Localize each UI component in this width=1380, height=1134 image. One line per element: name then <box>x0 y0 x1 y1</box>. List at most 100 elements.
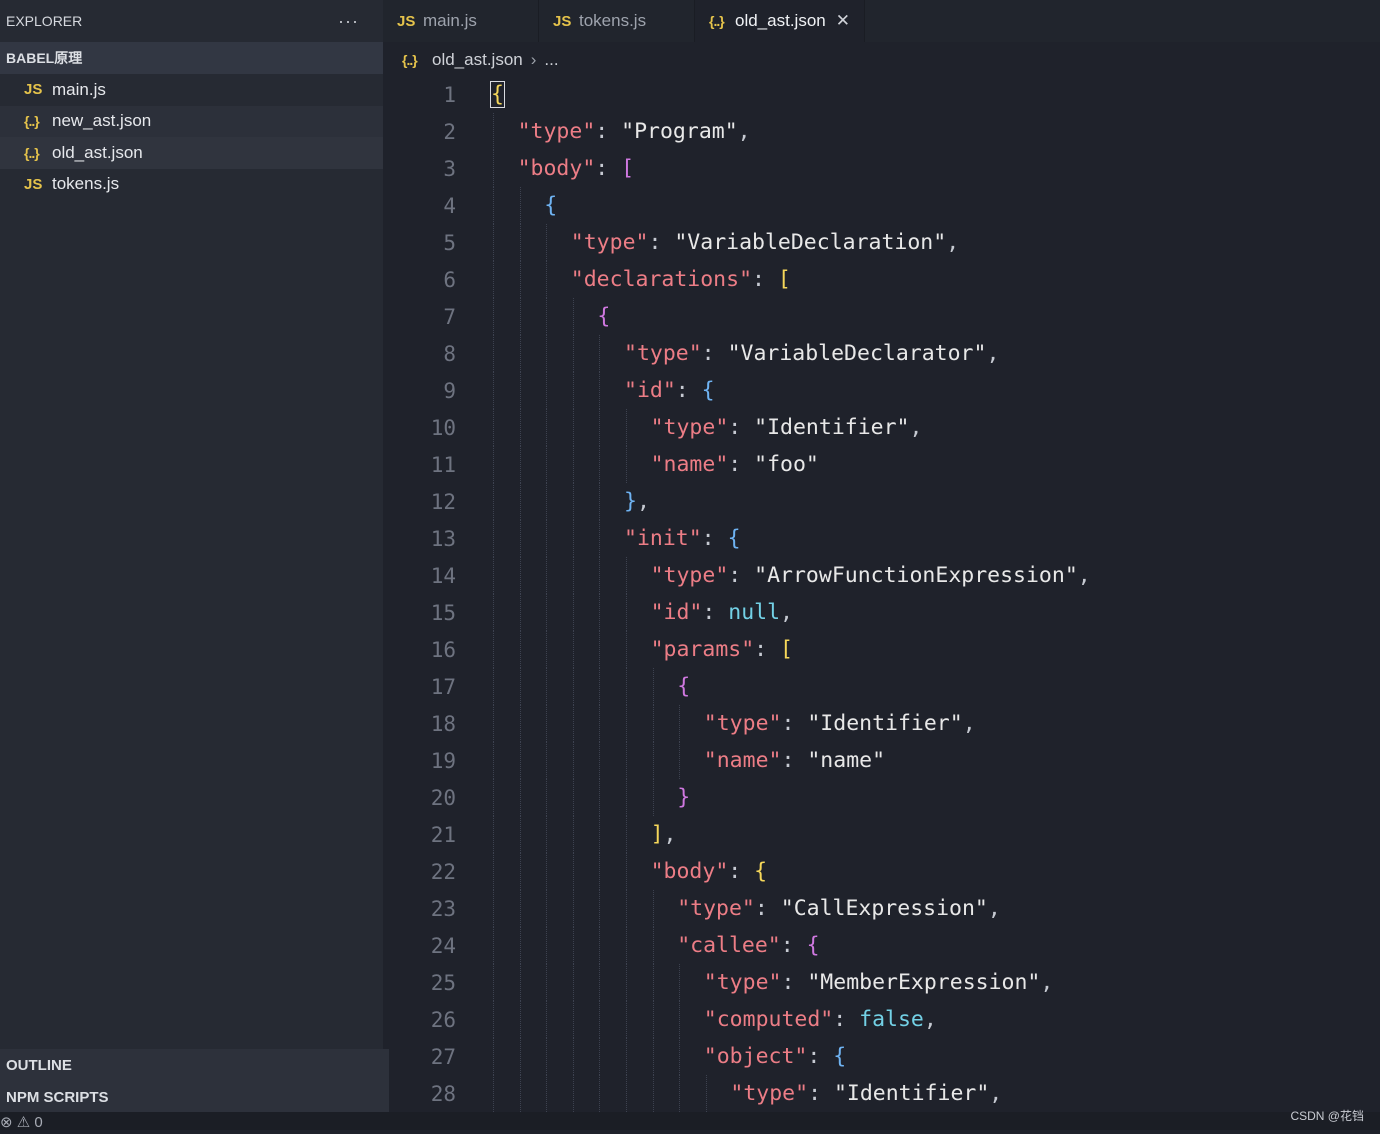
code-line[interactable]: 22 "body": { <box>383 853 1380 890</box>
code-token: "object" <box>703 1044 808 1069</box>
line-number: 3 <box>443 156 456 181</box>
code-line[interactable]: 7{ <box>383 298 1380 335</box>
code-token: : <box>754 896 781 921</box>
code-line[interactable]: 3 "body": [ <box>383 150 1380 187</box>
indent-guide <box>546 964 548 1001</box>
code-text: "name": "foo" <box>651 452 819 477</box>
code-line[interactable]: 25 "type": "MemberExpression", <box>383 964 1380 1001</box>
code-token: [ <box>777 267 791 292</box>
tab-old-ast-json[interactable]: {..} old_ast.json ✕ <box>695 0 865 42</box>
code-text: "object": { <box>704 1044 846 1069</box>
indent-guide <box>546 409 548 446</box>
more-actions-icon[interactable]: ··· <box>338 11 359 32</box>
code-line[interactable]: 11 "name": "foo" <box>383 446 1380 483</box>
code-token: "VariableDeclarator" <box>727 341 987 366</box>
indent-guide <box>626 557 627 594</box>
code-line[interactable]: 2 "type": "Program", <box>383 113 1380 150</box>
close-icon[interactable]: ✕ <box>836 11 850 31</box>
code-token: , <box>923 1007 937 1032</box>
code-line[interactable]: 9 "id": { <box>383 372 1380 409</box>
indent-guide <box>599 1075 601 1112</box>
line-number: 7 <box>443 304 456 329</box>
tab-label: old_ast.json <box>735 11 826 30</box>
indent-guide <box>599 853 601 890</box>
code-line[interactable]: 5 "type": "VariableDeclaration", <box>383 224 1380 261</box>
code-token: : <box>702 600 729 625</box>
indent-guide <box>546 705 548 742</box>
line-number: 10 <box>430 415 456 440</box>
code-token: "type" <box>730 1081 809 1106</box>
code-line[interactable]: 13 "init": { <box>383 520 1380 557</box>
line-number: 1 <box>443 82 456 107</box>
indent-guide <box>546 483 548 520</box>
indent-guide <box>599 557 601 594</box>
code-line[interactable]: 6 "declarations": [ <box>383 261 1380 298</box>
code-line[interactable]: 19 "name": "name" <box>383 742 1380 779</box>
indent-guide <box>626 964 627 1001</box>
code-text: "params": [ <box>651 637 793 662</box>
code-token: "name" <box>807 748 886 773</box>
code-token: : <box>728 859 755 884</box>
code-line[interactable]: 28 "type": "Identifier", <box>383 1075 1380 1112</box>
code-line[interactable]: 10 "type": "Identifier", <box>383 409 1380 446</box>
file-item-old-ast-json[interactable]: {..} old_ast.json <box>0 137 383 169</box>
file-item-new-ast-json[interactable]: {..} new_ast.json <box>0 105 383 137</box>
line-number: 9 <box>443 378 456 403</box>
indent-guide <box>572 446 574 483</box>
indent-guide <box>679 964 681 1001</box>
indent-guide <box>572 705 574 742</box>
file-item-tokens-js[interactable]: JS tokens.js <box>0 169 383 201</box>
code-line[interactable]: 23 "type": "CallExpression", <box>383 890 1380 927</box>
code-text: "id": null, <box>651 600 793 625</box>
indent-guide <box>572 779 574 816</box>
indent-guide <box>493 742 494 779</box>
code-line[interactable]: 21], <box>383 816 1380 853</box>
indent-guide <box>493 261 494 298</box>
indent-guide <box>626 742 627 779</box>
indent-guide <box>493 298 494 335</box>
breadcrumb-file[interactable]: old_ast.json <box>432 50 523 70</box>
indent-guide <box>519 224 521 261</box>
code-line[interactable]: 16 "params": [ <box>383 631 1380 668</box>
indent-guide <box>519 742 521 779</box>
code-editor[interactable]: 1{2 "type": "Program", 3 "body": [4{5 "type"… <box>383 76 1380 1112</box>
indent-guide <box>519 1075 521 1112</box>
code-line[interactable]: 20} <box>383 779 1380 816</box>
code-token: : <box>781 711 808 736</box>
code-line[interactable]: 1{ <box>383 76 1380 113</box>
indent-guide <box>546 668 548 705</box>
code-line[interactable]: 17 { <box>383 668 1380 705</box>
indent-guide <box>546 779 548 816</box>
json-file-icon: {..} <box>24 144 40 161</box>
indent-guide <box>493 409 494 446</box>
tab-tokens-js[interactable]: JS tokens.js <box>539 0 695 42</box>
code-text: ], <box>651 822 677 847</box>
code-token: , <box>987 896 1001 921</box>
code-line[interactable]: 8 "type": "VariableDeclarator", <box>383 335 1380 372</box>
file-item-main-js[interactable]: JS main.js <box>0 74 383 106</box>
breadcrumb-symbol[interactable]: ... <box>544 50 558 70</box>
indent-guide <box>626 779 627 816</box>
tab-main-js[interactable]: JS main.js <box>383 0 539 42</box>
code-line[interactable]: 15 "id": null, <box>383 594 1380 631</box>
folder-header-babel[interactable]: BABEL原理 <box>0 42 383 74</box>
indent-guide <box>572 335 574 372</box>
code-line[interactable]: 27 "object": { <box>383 1038 1380 1075</box>
code-line[interactable]: 18 "type": "Identifier", <box>383 705 1380 742</box>
code-line[interactable]: 14 "type": "ArrowFunctionExpression", <box>383 557 1380 594</box>
code-token: : <box>648 230 675 255</box>
problems-indicator[interactable]: ⊗ ⚠ 0 <box>0 1112 43 1134</box>
outline-section[interactable]: OUTLINE <box>0 1049 389 1081</box>
code-token: "name" <box>703 748 782 773</box>
code-line[interactable]: 24 "callee": { <box>383 927 1380 964</box>
npm-scripts-section[interactable]: NPM SCRIPTS <box>0 1081 389 1113</box>
indent-guide <box>599 594 601 631</box>
code-token: : <box>728 563 755 588</box>
indent-guide <box>679 1038 681 1075</box>
code-line[interactable]: 4{ <box>383 187 1380 224</box>
code-line[interactable]: 12}, <box>383 483 1380 520</box>
code-line[interactable]: 26 "computed": false, <box>383 1001 1380 1038</box>
indent-guide <box>599 964 601 1001</box>
indent-guide <box>599 446 601 483</box>
code-token: "callee" <box>677 933 781 958</box>
